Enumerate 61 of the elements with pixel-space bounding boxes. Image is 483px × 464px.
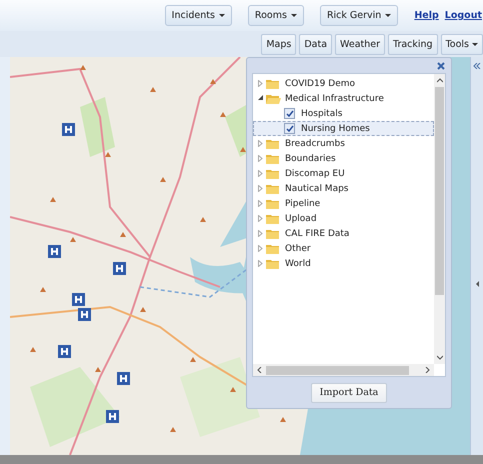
tree-item[interactable]: Hospitals <box>253 106 434 121</box>
tree-item[interactable]: CAL FIRE Data <box>253 226 434 241</box>
header-link[interactable]: Help <box>414 10 439 21</box>
hospital-icon[interactable] <box>72 293 85 306</box>
folder-icon <box>266 198 281 210</box>
scroll-left-icon[interactable] <box>257 367 262 373</box>
horizontal-scrollbar[interactable] <box>253 364 434 376</box>
scroll-down-icon[interactable] <box>436 355 442 360</box>
menu-button[interactable]: Rick Gervin <box>320 5 398 26</box>
hospital-icon[interactable] <box>106 410 119 423</box>
tree-item[interactable]: COVID19 Demo <box>253 76 434 91</box>
caret-icon <box>218 14 225 17</box>
folder-icon <box>266 258 281 270</box>
folder-icon <box>266 212 281 224</box>
tree-item[interactable]: Nursing Homes <box>253 121 434 136</box>
folder-icon <box>266 92 281 104</box>
folder-icon <box>266 78 281 90</box>
caret-icon <box>290 14 297 17</box>
toolbar-button[interactable]: Weather <box>335 34 386 54</box>
caret-icon <box>472 42 478 46</box>
checkbox[interactable] <box>284 123 295 134</box>
tree-item[interactable]: Upload <box>253 211 434 226</box>
menu-button[interactable]: Rooms <box>248 5 304 26</box>
splitter-arrow-icon[interactable] <box>476 281 478 287</box>
collapse-icon[interactable] <box>473 63 481 69</box>
tree-item[interactable]: Discomap EU <box>253 166 434 181</box>
tree-item[interactable]: Breadcrumbs <box>253 136 434 151</box>
import-button[interactable]: Import Data <box>310 382 388 402</box>
menu-button[interactable]: Tools <box>440 34 483 54</box>
tree-item[interactable]: World <box>253 256 434 271</box>
scrollbar-thumb[interactable] <box>435 87 444 295</box>
folder-icon <box>266 152 281 164</box>
tree-item[interactable]: Pipeline <box>253 196 434 211</box>
checkbox[interactable] <box>284 108 295 119</box>
tree-item[interactable]: Boundaries <box>253 151 434 166</box>
menu-button[interactable]: Incidents <box>164 5 232 26</box>
caret-icon <box>385 14 392 17</box>
header-link[interactable]: Logout <box>444 10 482 21</box>
hospital-icon[interactable] <box>113 262 126 275</box>
scroll-up-icon[interactable] <box>436 78 442 83</box>
tree-item[interactable]: Medical Infrastructure <box>253 91 434 106</box>
folder-icon <box>266 228 281 240</box>
close-icon[interactable] <box>437 62 445 70</box>
folder-icon <box>266 182 281 194</box>
collapse-arrow-icon[interactable] <box>258 95 263 102</box>
scrollbar-thumb[interactable] <box>266 366 409 374</box>
hospital-icon[interactable] <box>48 245 61 258</box>
hospital-icon[interactable] <box>117 372 130 385</box>
hospital-icon[interactable] <box>62 123 75 136</box>
hospital-icon[interactable] <box>78 308 91 321</box>
hospital-icon[interactable] <box>58 345 71 358</box>
tree-item[interactable]: Nautical Maps <box>253 181 434 196</box>
folder-icon <box>266 168 281 180</box>
toolbar-button[interactable]: Data <box>299 34 332 54</box>
toolbar-button[interactable]: Maps <box>261 34 296 54</box>
folder-icon <box>266 242 281 254</box>
toolbar-button[interactable]: Tracking <box>388 34 438 54</box>
scroll-right-icon[interactable] <box>425 367 430 373</box>
folder-icon <box>266 138 281 150</box>
tree-item[interactable]: Other <box>253 241 434 256</box>
vertical-scrollbar[interactable] <box>434 74 445 364</box>
